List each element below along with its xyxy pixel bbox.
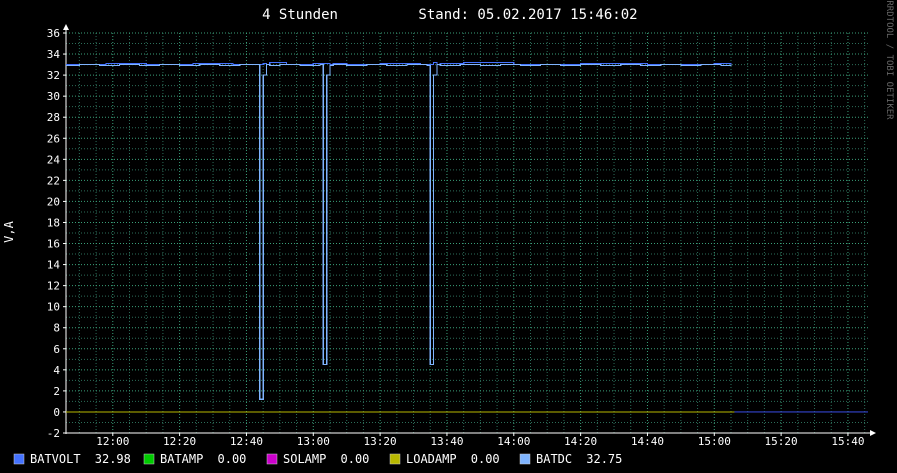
y-tick-label: 12 — [47, 280, 60, 293]
legend-name-batvolt: BATVOLT — [30, 452, 81, 466]
y-axis-label: V,A — [2, 220, 16, 242]
chart-title-period: 4 Stunden — [262, 7, 338, 23]
x-tick-label: 14:00 — [497, 435, 530, 448]
legend-value-batamp: 0.00 — [218, 452, 247, 466]
y-tick-label: 34 — [47, 48, 61, 61]
x-tick-label: 14:20 — [564, 435, 597, 448]
x-tick-label: 13:00 — [297, 435, 330, 448]
y-tick-label: 18 — [47, 216, 60, 229]
y-tick-label: 22 — [47, 174, 60, 187]
y-tick-label: 36 — [47, 27, 60, 40]
y-tick-label: 6 — [53, 343, 60, 356]
y-axis-arrow — [63, 24, 69, 30]
y-tick-label: 28 — [47, 111, 60, 124]
legend-swatch-loadamp — [389, 453, 401, 465]
legend-value-loadamp: 0.00 — [471, 452, 500, 466]
x-tick-label: 12:40 — [230, 435, 263, 448]
y-tick-label: 30 — [47, 90, 60, 103]
watermark: RRDTOOL / TOBI OETIKER — [884, 0, 894, 120]
legend-swatch-solamp — [266, 453, 278, 465]
legend-value-batdc: 32.75 — [586, 452, 622, 466]
legend-value-batvolt: 32.98 — [95, 452, 131, 466]
x-tick-label: 15:40 — [831, 435, 864, 448]
legend-swatch-batvolt — [13, 453, 25, 465]
y-tick-label: -2 — [47, 427, 60, 440]
legend: BATVOLT 32.98 BATAMP 0.00 SOLAMP 0.00 LOADAMP 0… — [13, 452, 622, 466]
chart-title-timestamp: Stand: 05.02.2017 15:46:02 — [418, 7, 637, 23]
x-tick-label: 14:40 — [631, 435, 664, 448]
y-tick-label: 10 — [47, 301, 60, 314]
y-tick-label: 0 — [53, 406, 60, 419]
x-tick-label: 13:40 — [430, 435, 463, 448]
y-tick-label: 2 — [53, 385, 60, 398]
y-tick-label: 24 — [47, 153, 61, 166]
y-tick-label: 16 — [47, 238, 60, 251]
x-axis-arrow — [870, 430, 876, 436]
y-tick-label: 32 — [47, 69, 60, 82]
y-tick-label: 8 — [53, 322, 60, 335]
x-tick-labels: 12:00 12:20 12:40 13:00 13:20 13:40 14:00 14:20… — [96, 435, 864, 448]
legend-name-batdc: BATDC — [536, 452, 572, 466]
y-tick-label: 20 — [47, 195, 60, 208]
legend-value-solamp: 0.00 — [341, 452, 370, 466]
x-tick-label: 15:00 — [698, 435, 731, 448]
y-tick-label: 14 — [47, 259, 61, 272]
grid — [66, 32, 868, 434]
legend-swatch-batdc — [519, 453, 531, 465]
y-tick-labels: -2024681012141618202224262830323436 — [47, 27, 61, 440]
legend-name-solamp: SOLAMP — [283, 452, 326, 466]
axes — [63, 24, 876, 436]
y-tick-label: 4 — [53, 364, 60, 377]
y-tick-label: 26 — [47, 132, 60, 145]
x-tick-label: 12:20 — [163, 435, 196, 448]
legend-name-batamp: BATAMP — [160, 452, 203, 466]
rrd-chart: 4 Stunden Stand: 05.02.2017 15:46:02 V,A… — [2, 0, 894, 466]
legend-swatch-batamp — [143, 453, 155, 465]
x-tick-label: 13:20 — [364, 435, 397, 448]
x-tick-label: 12:00 — [96, 435, 129, 448]
x-tick-label: 15:20 — [765, 435, 798, 448]
legend-name-loadamp: LOADAMP — [406, 452, 457, 466]
